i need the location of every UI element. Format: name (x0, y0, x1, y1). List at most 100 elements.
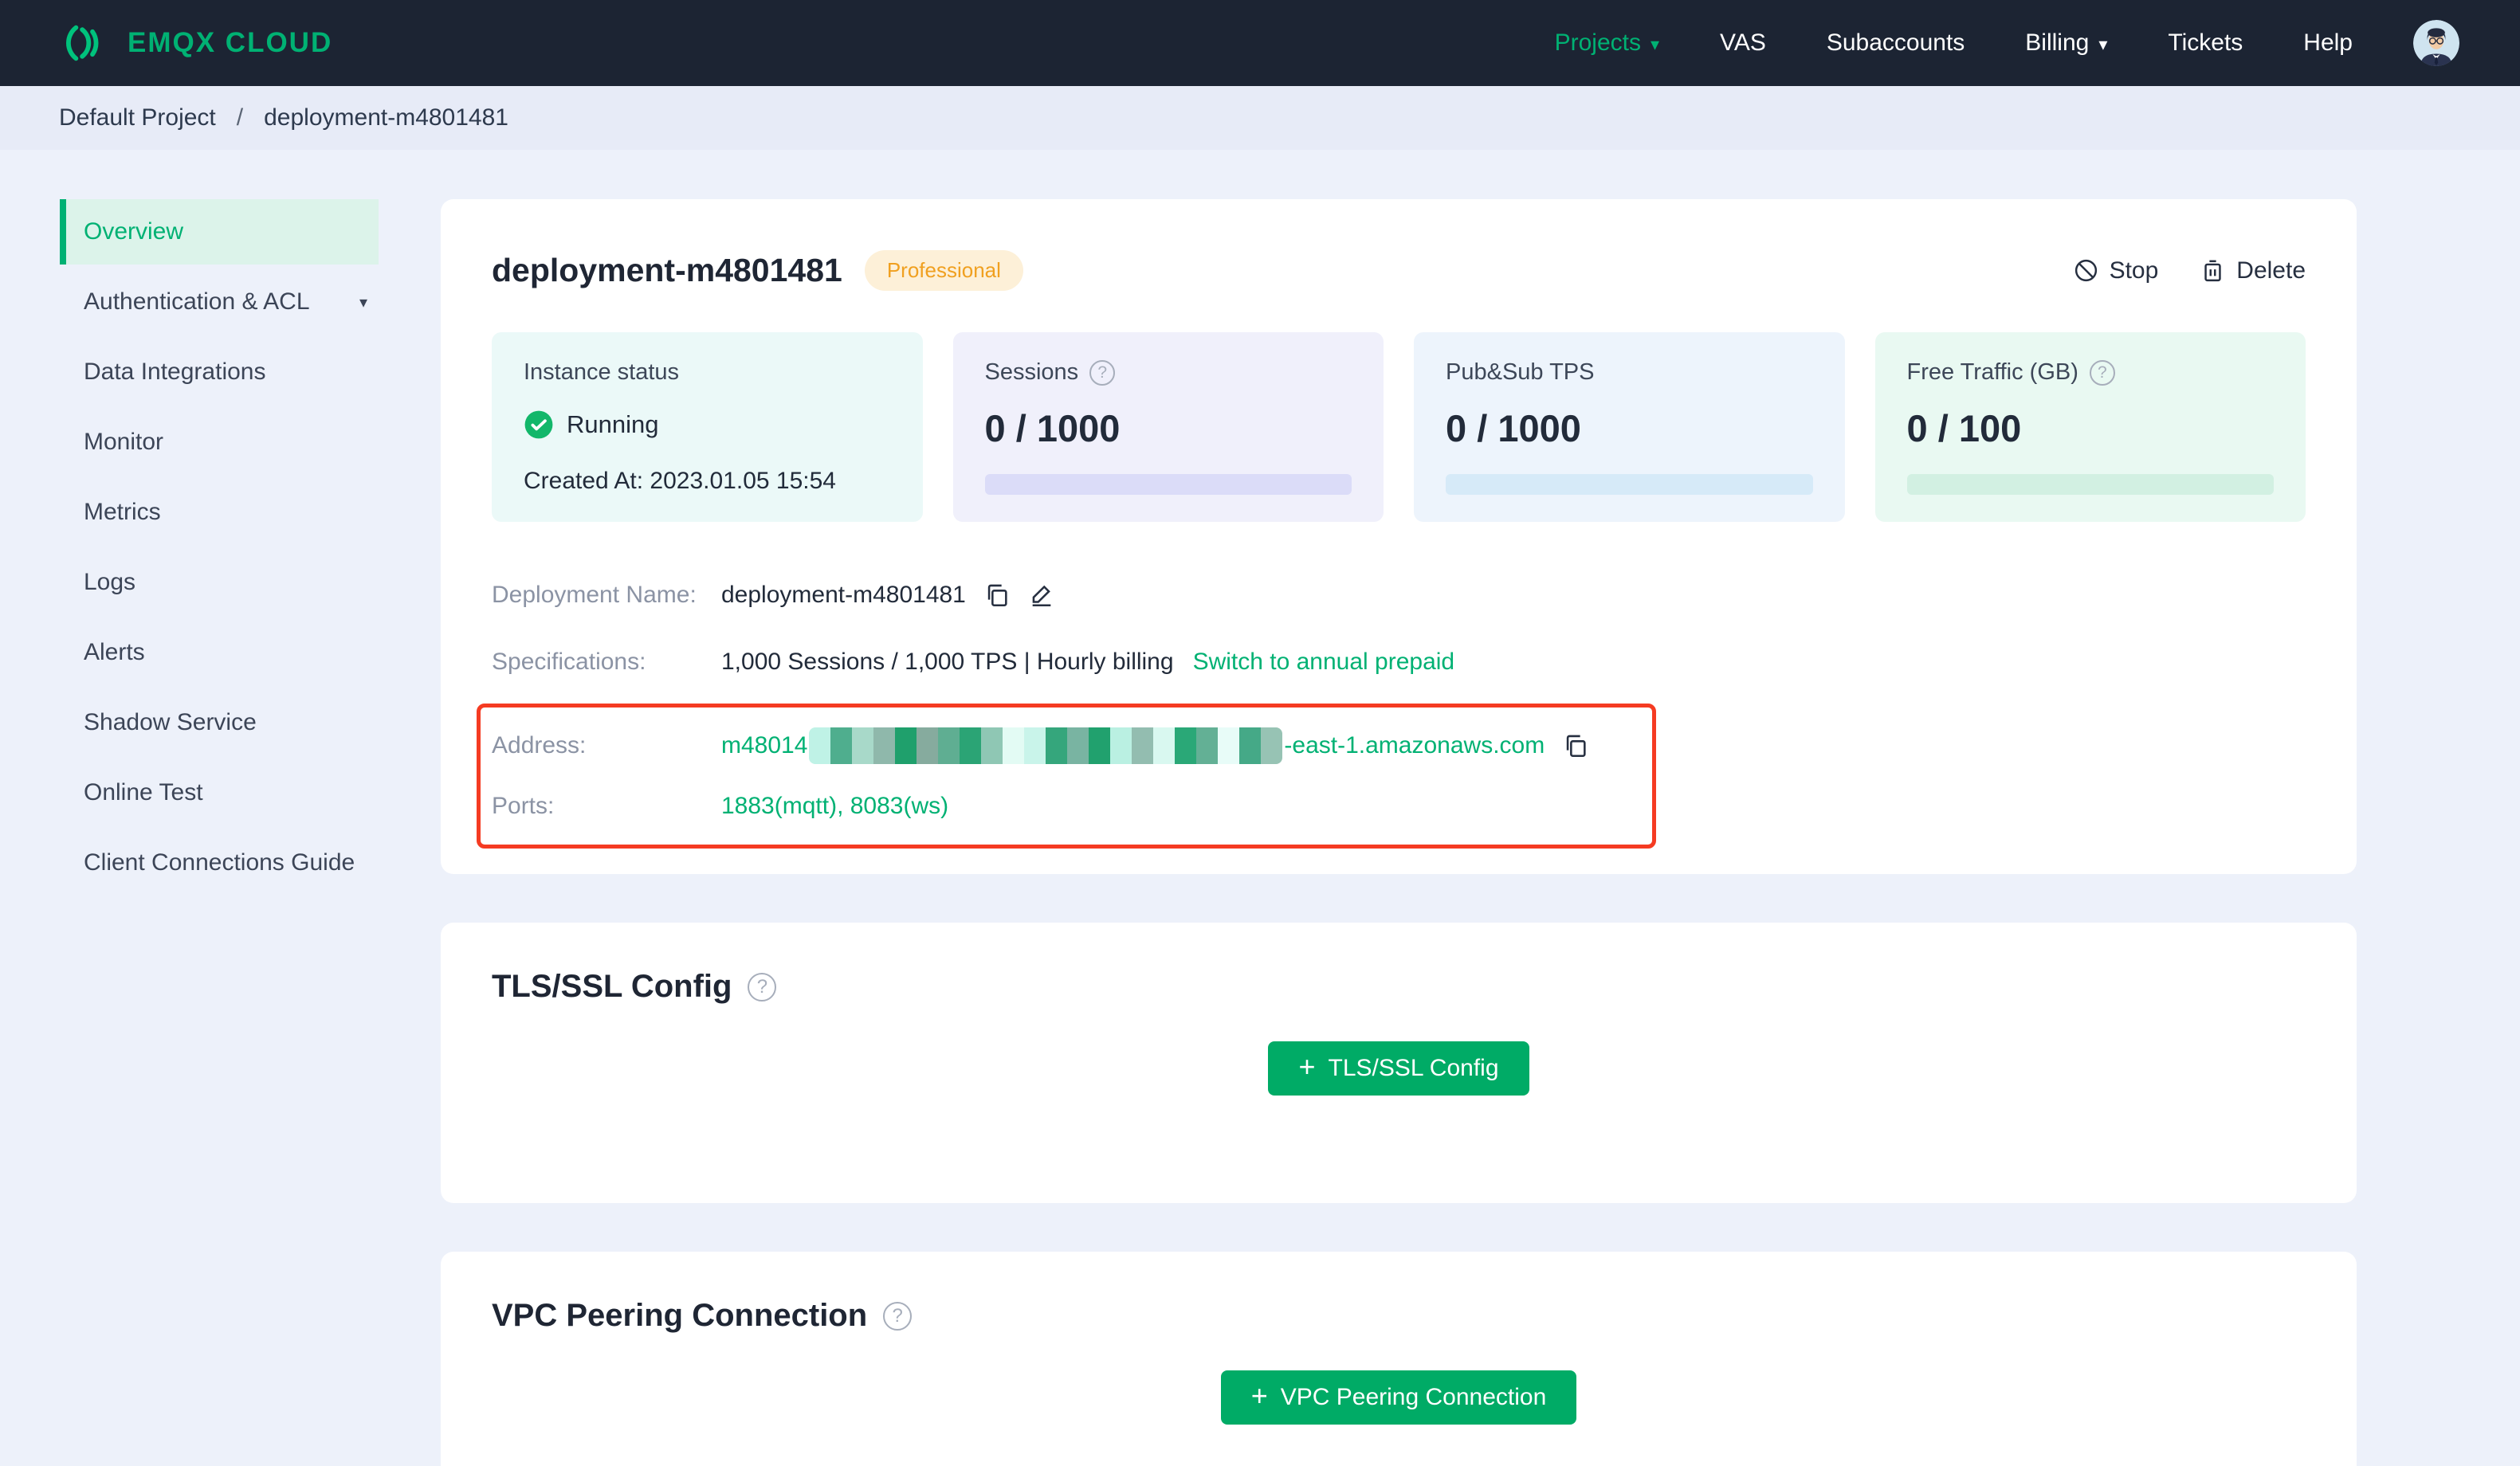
breadcrumb-project[interactable]: Default Project (59, 104, 216, 131)
edit-pencil-icon (1032, 585, 1051, 607)
sidebar-item-label: Authentication & ACL (84, 288, 310, 315)
sidebar-item-client-connections-guide[interactable]: Client Connections Guide (60, 830, 379, 896)
sidebar-item-label: Client Connections Guide (84, 849, 355, 876)
sidebar-item-label: Logs (84, 569, 136, 595)
emqx-logo-icon (66, 25, 99, 61)
traffic-progress-bar (1906, 474, 2274, 495)
breadcrumb-separator: / (236, 104, 244, 131)
sidebar-item-data-integrations[interactable]: Data Integrations (60, 339, 379, 405)
copy-icon (987, 584, 1007, 607)
sidebar-item-authentication-acl[interactable]: Authentication & ACL ▾ (60, 269, 379, 335)
annotation-highlight-box: Address: m48014 -east-1.amazonaws.com Po… (477, 704, 1656, 849)
address-prefix: m48014 (721, 732, 808, 758)
tls-ssl-title: TLS/SSL Config (492, 969, 732, 1004)
tps-progress-bar (1446, 474, 1813, 495)
chevron-down-icon: ▾ (359, 293, 367, 312)
vpc-peering-card: VPC Peering Connection ? + VPC Peering C… (441, 1252, 2357, 1466)
breadcrumb: Default Project / deployment-m4801481 (0, 86, 2520, 150)
address-redacted (809, 727, 1283, 764)
add-vpc-peering-label: VPC Peering Connection (1280, 1384, 1547, 1410)
specifications-value: 1,000 Sessions / 1,000 TPS | Hourly bill… (721, 649, 1174, 675)
brand-name: EMQX CLOUD (128, 27, 333, 58)
trash-icon (2204, 260, 2221, 282)
traffic-label: Free Traffic (GB) (1906, 359, 2078, 385)
sidebar-item-metrics[interactable]: Metrics (60, 480, 379, 545)
nav-menu: Projects ▾ VAS Subaccounts Billing ▾ Tic… (1555, 20, 2459, 66)
sidebar-item-monitor[interactable]: Monitor (60, 410, 379, 475)
traffic-value: 0 / 100 (1906, 407, 2022, 449)
emqx-cloud-logo[interactable]: EMQX CLOUD (61, 18, 332, 68)
sidebar-item-logs[interactable]: Logs (60, 550, 379, 615)
address-row: Address: m48014 -east-1.amazonaws.com (492, 715, 1652, 776)
overview-card: deployment-m4801481 Professional Stop De… (441, 199, 2357, 874)
deployment-name-value: deployment-m4801481 (721, 582, 966, 608)
nav-projects[interactable]: Projects ▾ (1555, 29, 1659, 57)
stop-label: Stop (2109, 257, 2159, 284)
nav-help-label: Help (2303, 29, 2353, 56)
nav-subaccounts-label: Subaccounts (1826, 29, 1965, 56)
sessions-value: 0 / 1000 (984, 407, 1121, 449)
chevron-down-icon: ▾ (2098, 34, 2108, 54)
nav-subaccounts[interactable]: Subaccounts (1827, 29, 1965, 57)
stop-button[interactable]: Stop (2073, 257, 2159, 284)
add-vpc-peering-button[interactable]: + VPC Peering Connection (1220, 1370, 1577, 1425)
sidebar-item-label: Alerts (84, 639, 145, 665)
sessions-card: Sessions ? 0 / 1000 (952, 332, 1384, 522)
nav-billing-label: Billing (2025, 29, 2090, 56)
status-running-text: Running (567, 410, 659, 438)
chevron-down-icon: ▾ (1650, 34, 1660, 54)
nav-billing[interactable]: Billing ▾ (2025, 29, 2107, 57)
help-icon[interactable]: ? (748, 972, 777, 1002)
stop-icon (2074, 259, 2097, 282)
nav-tickets-label: Tickets (2168, 29, 2243, 56)
copy-address-button[interactable] (1562, 732, 1589, 759)
vpc-peering-title: VPC Peering Connection (492, 1298, 868, 1333)
nav-vas[interactable]: VAS (1720, 29, 1766, 57)
add-tls-ssl-config-button[interactable]: + TLS/SSL Config (1268, 1041, 1529, 1096)
copy-icon (1567, 735, 1586, 758)
user-avatar[interactable] (2413, 20, 2459, 66)
sidebar-item-label: Data Integrations (84, 359, 266, 385)
pubsub-tps-card: Pub&Sub TPS 0 / 1000 (1414, 332, 1845, 522)
ports-value: 1883(mqtt), 8083(ws) (721, 793, 949, 819)
help-icon[interactable]: ? (2089, 359, 2115, 386)
sidebar-item-label: Online Test (84, 779, 203, 806)
nav-vas-label: VAS (1720, 29, 1766, 56)
top-navbar: EMQX CLOUD Projects ▾ VAS Subaccounts Bi… (0, 0, 2520, 86)
plan-badge: Professional (864, 250, 1023, 291)
help-icon[interactable]: ? (883, 1301, 913, 1331)
deployment-title: deployment-m4801481 (492, 252, 842, 288)
sessions-label: Sessions (984, 359, 1079, 385)
plus-icon: + (1250, 1379, 1268, 1412)
sessions-progress-bar (984, 474, 1352, 495)
sidebar-item-alerts[interactable]: Alerts (60, 620, 379, 685)
tls-ssl-config-card: TLS/SSL Config ? + TLS/SSL Config (441, 923, 2357, 1203)
nav-help[interactable]: Help (2303, 29, 2353, 57)
created-at-text: Created At: 2023.01.05 15:54 (524, 468, 836, 494)
nav-projects-label: Projects (1554, 29, 1641, 56)
delete-button[interactable]: Delete (2200, 257, 2306, 284)
copy-deployment-name-button[interactable] (983, 582, 1011, 609)
avatar-illustration-icon (2413, 20, 2459, 66)
breadcrumb-current: deployment-m4801481 (264, 104, 508, 131)
sidebar-item-overview[interactable]: Overview (60, 199, 379, 265)
switch-annual-prepaid-link[interactable]: Switch to annual prepaid (1193, 649, 1455, 676)
address-label: Address: (492, 732, 587, 758)
deployment-name-label: Deployment Name: (492, 582, 697, 608)
address-value: m48014 -east-1.amazonaws.com (721, 727, 1545, 764)
tps-label: Pub&Sub TPS (1446, 359, 1595, 385)
add-tls-ssl-config-label: TLS/SSL Config (1328, 1055, 1499, 1081)
delete-label: Delete (2236, 257, 2306, 284)
free-traffic-card: Free Traffic (GB) ? 0 / 100 (1874, 332, 2306, 522)
nav-tickets[interactable]: Tickets (2168, 29, 2243, 57)
specifications-row: Specifications: 1,000 Sessions / 1,000 T… (492, 629, 2306, 696)
sidebar-item-label: Shadow Service (84, 709, 257, 735)
edit-deployment-name-button[interactable] (1028, 582, 1055, 609)
specifications-label: Specifications: (492, 649, 646, 675)
sidebar-item-label: Metrics (84, 499, 161, 525)
help-icon[interactable]: ? (1089, 359, 1116, 386)
check-circle-icon (524, 410, 553, 439)
sidebar-item-shadow-service[interactable]: Shadow Service (60, 690, 379, 755)
tps-value: 0 / 1000 (1446, 407, 1581, 449)
sidebar-item-online-test[interactable]: Online Test (60, 760, 379, 825)
